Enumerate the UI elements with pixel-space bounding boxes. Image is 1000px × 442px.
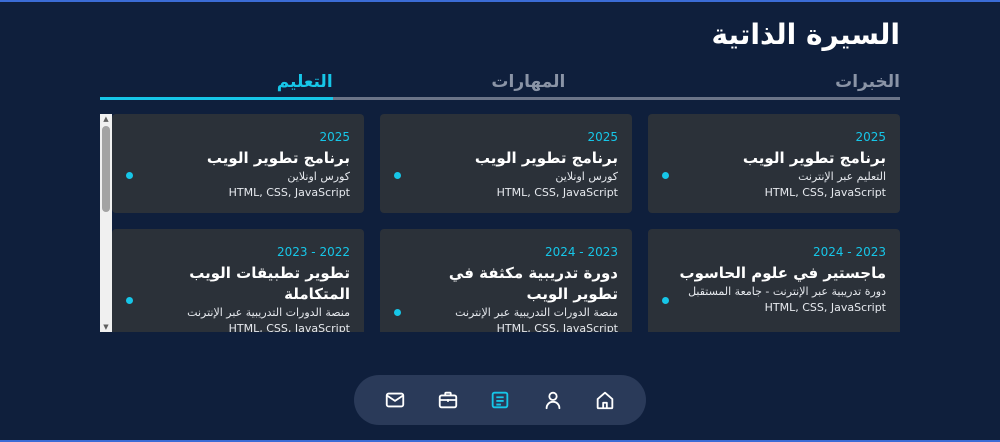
bullet-dot	[126, 297, 133, 304]
card-title: برنامج تطوير الويب	[742, 149, 886, 167]
card-year: 2023 - 2024	[544, 245, 618, 259]
document-icon[interactable]	[489, 389, 511, 411]
card-year: 2025	[587, 130, 618, 144]
tab-education[interactable]: التعليم	[99, 66, 333, 100]
education-card[interactable]: 2025 برنامج تطوير الويب كورس اونلاين HTM…	[380, 114, 632, 213]
card-skills: HTML, CSS, JavaScript	[228, 186, 350, 199]
card-title: برنامج تطوير الويب	[206, 149, 350, 167]
education-card[interactable]: 2025 برنامج تطوير الويب كورس اونلاين HTM…	[112, 114, 364, 213]
user-icon[interactable]	[542, 389, 564, 411]
card-year: 2022 - 2023	[276, 245, 350, 259]
card-organization: منصة الدورات التدريبية عبر الإنترنت	[187, 306, 350, 319]
scrollbar[interactable]: ▲ ▼	[100, 114, 112, 332]
card-organization: التعليم عبر الإنترنت	[798, 170, 886, 183]
bullet-dot	[126, 172, 133, 179]
education-card[interactable]: 2023 - 2024 ماجستير في علوم الحاسوب دورة…	[648, 229, 900, 332]
card-title: دورة تدريبية مكثفة في تطوير الويب	[448, 264, 618, 303]
card-organization: منصة الدورات التدريبية عبر الإنترنت	[455, 306, 618, 319]
education-card[interactable]: 2025 برنامج تطوير الويب التعليم عبر الإن…	[648, 114, 900, 213]
card-title: ماجستير في علوم الحاسوب	[679, 264, 886, 282]
scroll-thumb[interactable]	[102, 126, 110, 212]
card-year: 2023 - 2024	[812, 245, 886, 259]
bullet-dot	[662, 297, 669, 304]
bullet-dot	[394, 309, 401, 316]
card-skills: HTML, CSS, JavaScript	[496, 322, 618, 332]
education-list[interactable]: ▲ ▼ 2025 برنامج تطوير الويب التعليم عبر …	[100, 114, 900, 332]
card-organization: كورس اونلاين	[287, 170, 350, 183]
card-title: برنامج تطوير الويب	[474, 149, 618, 167]
scroll-up-icon[interactable]: ▲	[100, 114, 112, 124]
card-organization: كورس اونلاين	[555, 170, 618, 183]
scroll-down-icon[interactable]: ▼	[100, 322, 112, 332]
briefcase-icon[interactable]	[437, 389, 459, 411]
card-organization: دورة تدريبية عبر الإنترنت - جامعة المستق…	[688, 285, 886, 298]
card-year: 2025	[855, 130, 886, 144]
bullet-dot	[394, 172, 401, 179]
card-skills: HTML, CSS, JavaScript	[228, 322, 350, 332]
tab-bar: الخبرات المهارات التعليم	[99, 66, 900, 100]
mail-icon[interactable]	[384, 389, 406, 411]
card-skills: HTML, CSS, JavaScript	[764, 186, 886, 199]
top-border	[0, 0, 1000, 2]
education-card[interactable]: 2023 - 2024 دورة تدريبية مكثفة في تطوير …	[380, 229, 632, 332]
home-icon[interactable]	[594, 389, 616, 411]
tab-experience[interactable]: الخبرات	[667, 66, 900, 100]
card-skills: HTML, CSS, JavaScript	[764, 301, 886, 314]
card-skills: HTML, CSS, JavaScript	[496, 186, 618, 199]
page-title: السيرة الذاتية	[711, 18, 900, 51]
card-title: تطوير تطبيقات الويب المتكاملة	[189, 264, 350, 303]
card-year: 2025	[319, 130, 350, 144]
education-card[interactable]: 2022 - 2023 تطوير تطبيقات الويب المتكامل…	[112, 229, 364, 332]
bullet-dot	[662, 172, 669, 179]
tab-skills[interactable]: المهارات	[332, 66, 668, 100]
bottom-nav	[354, 375, 646, 425]
